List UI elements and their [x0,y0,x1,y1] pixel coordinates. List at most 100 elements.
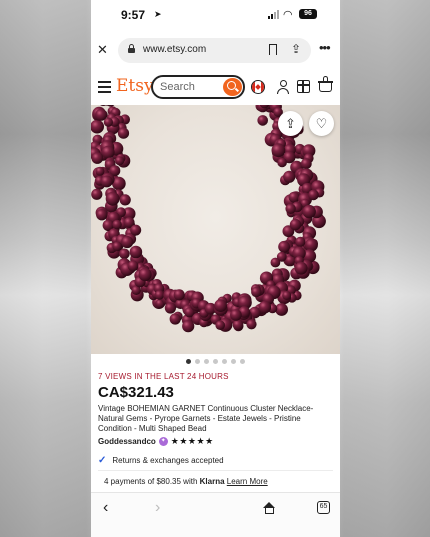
returns-text: Returns & exchanges accepted [112,455,224,465]
status-time: 9:57 [121,8,146,22]
garnet-bead [230,309,242,321]
bookmark-icon[interactable] [269,44,277,55]
carousel-dot[interactable] [231,359,236,364]
garnet-bead [302,204,316,219]
account-icon[interactable] [277,80,289,94]
garnet-bead [288,191,300,203]
garnet-bead [258,300,272,314]
garnet-bead [101,145,115,159]
address-bar[interactable]: www.etsy.com ⇪ [118,38,311,63]
garnet-bead [169,313,181,325]
learn-more-link[interactable]: Learn More [227,477,268,486]
listing-title: Vintage BOHEMIAN GARNET Continuous Clust… [98,404,314,433]
garnet-bead [271,143,286,158]
views-badge: 7 VIEWS IN THE LAST 24 HOURS [98,372,229,381]
garnet-bead [251,286,262,298]
garnet-bead [121,235,134,249]
url-text: www.etsy.com [143,44,207,55]
garnet-necklace-illustration [91,105,326,333]
cellular-signal-icon [268,10,279,19]
home-icon[interactable] [263,502,276,514]
garnet-bead [138,267,152,282]
garnet-bead [119,194,131,206]
back-chevron-icon[interactable]: ‹ [103,499,108,517]
tab-count-button[interactable]: 65 [317,501,330,514]
shop-name[interactable]: Goddessandco [98,437,156,446]
garnet-bead [130,224,142,236]
etsy-logo[interactable]: Etsy [116,76,154,96]
background-blur-right [339,0,430,537]
garnet-bead [282,291,292,300]
garnet-bead [289,218,302,231]
garnet-bead [91,188,103,200]
garnet-bead [112,241,122,252]
klarna-text: 4 payments of $80.35 with [104,477,198,486]
image-carousel-dots[interactable] [91,359,340,364]
search-button[interactable] [223,78,242,96]
garnet-bead [214,299,227,312]
search-placeholder: Search [160,81,195,93]
product-image[interactable]: ⇪ ♡ [91,105,340,354]
carousel-dot[interactable] [222,359,227,364]
garnet-bead [294,261,308,275]
heart-icon: ♡ [315,116,328,131]
carousel-dot[interactable] [186,359,191,364]
garnet-bead [295,236,306,247]
checkmark-icon: ✓ [98,454,107,466]
garnet-bead [246,319,257,330]
garnet-bead [277,157,287,168]
shop-row[interactable]: Goddessandco ✦ ★★★★★ [98,436,214,447]
share-button[interactable]: ⇪ [278,111,303,136]
canada-flag-icon[interactable] [251,80,265,94]
carousel-dot[interactable] [213,359,218,364]
menu-icon[interactable] [98,81,111,96]
carousel-dot[interactable] [240,359,245,364]
battery-indicator: 96 [299,9,317,19]
divider [98,470,333,471]
lock-icon [128,44,135,53]
garnet-bead [232,319,244,331]
more-options-icon[interactable]: ••• [319,40,331,55]
garnet-bead [182,320,195,333]
background-blur-left [0,0,91,537]
star-seller-badge-icon: ✦ [158,437,168,446]
garnet-bead [96,209,108,221]
garnet-bead [308,189,319,201]
gift-icon[interactable] [297,80,310,93]
carousel-dot[interactable] [195,359,200,364]
share-icon[interactable]: ⇪ [291,42,301,56]
garnet-bead [127,260,139,272]
close-icon[interactable]: ✕ [97,42,108,58]
garnet-bead [112,219,122,230]
search-input[interactable]: Search [151,75,245,99]
klarna-logo: Klarna [199,477,225,486]
garnet-bead [91,152,104,164]
forward-chevron-icon: › [155,499,161,516]
browser-url-row: ✕ www.etsy.com ⇪ ••• [91,35,340,65]
garnet-bead [119,248,130,260]
garnet-bead [173,289,185,301]
garnet-bead [304,238,318,252]
garnet-bead [115,156,125,166]
garnet-bead [103,117,113,127]
rating-stars[interactable]: ★★★★★ [171,436,214,447]
share-icon: ⇪ [285,116,296,131]
garnet-bead [278,240,290,253]
garnet-bead [164,302,176,314]
status-bar: 9:57 ➤ ◠ 96 [91,0,340,30]
garnet-bead [91,119,104,134]
wifi-icon: ◠ [283,9,293,21]
phone-screen: 9:57 ➤ ◠ 96 ✕ www.etsy.com ⇪ ••• Etsy Se… [91,0,340,537]
garnet-bead [154,290,165,300]
cart-icon[interactable] [318,76,333,92]
browser-bottom-toolbar: ‹ › 65 [91,492,340,537]
garnet-bead [117,127,130,139]
garnet-bead [215,320,225,330]
favorite-button[interactable]: ♡ [309,111,334,136]
garnet-bead [270,257,281,268]
carousel-dot[interactable] [204,359,209,364]
garnet-bead [283,170,296,183]
garnet-bead [285,203,296,214]
garnet-bead [95,166,105,176]
klarna-payment-info: 4 payments of $80.35 with Klarna Learn M… [104,477,268,486]
